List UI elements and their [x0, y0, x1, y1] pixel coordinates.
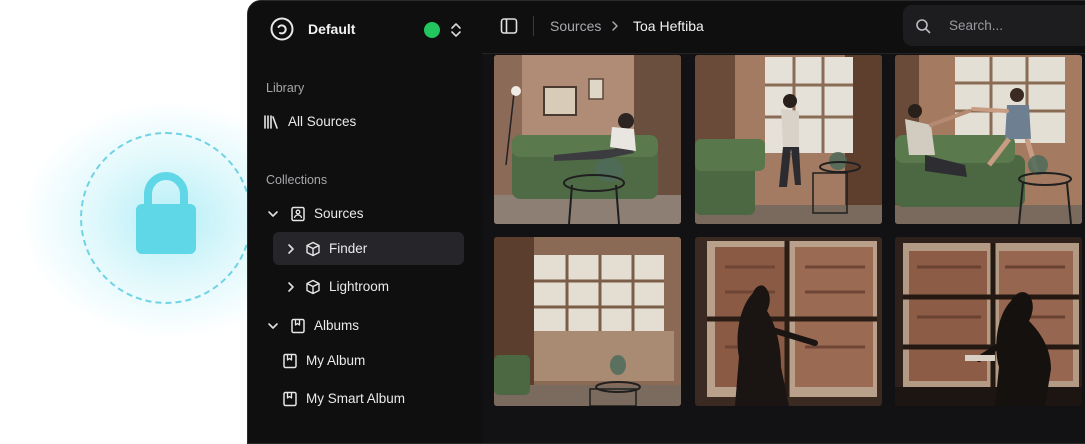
photo-thumbnail[interactable]: [895, 237, 1082, 406]
chevron-right-icon[interactable]: [285, 242, 297, 256]
album-icon: [283, 391, 297, 406]
workspace-switcher[interactable]: Default: [268, 15, 468, 45]
album-icon: [291, 318, 305, 333]
photo-thumbnail[interactable]: [695, 237, 882, 406]
sidebar-item-sources[interactable]: Sources: [266, 197, 466, 230]
lock-icon: [136, 172, 196, 254]
photo-grid: [482, 54, 1085, 443]
library-section-label: Library: [266, 81, 305, 95]
image-frame-icon: [291, 206, 305, 221]
sidebar-item-label: Lightroom: [329, 279, 390, 294]
workspace-logo-icon: [270, 17, 294, 41]
sidebar-toggle-icon[interactable]: [500, 17, 518, 35]
sidebar-item-label: Albums: [314, 318, 360, 333]
sidebar: Default Library All Sources Collections: [248, 1, 483, 443]
photo-thumbnail[interactable]: [695, 55, 882, 224]
cube-icon: [306, 279, 320, 294]
chevron-up-down-icon[interactable]: [450, 21, 462, 39]
sidebar-item-lightroom[interactable]: Lightroom: [273, 270, 464, 303]
search-box[interactable]: Search...: [903, 5, 1085, 46]
sidebar-item-albums[interactable]: Albums: [266, 309, 466, 342]
breadcrumb-sources[interactable]: Sources: [550, 18, 601, 34]
chevron-right-icon[interactable]: [285, 280, 297, 294]
collections-section-label: Collections: [266, 173, 328, 187]
photo-image: [895, 55, 1082, 224]
photo-image: [695, 55, 882, 224]
sidebar-item-label: All Sources: [288, 114, 357, 129]
chevron-down-icon[interactable]: [266, 319, 280, 333]
sidebar-item-all-sources[interactable]: All Sources: [262, 105, 468, 138]
sidebar-item-my-smart-album[interactable]: My Smart Album: [282, 382, 462, 415]
photo-thumbnail[interactable]: [494, 237, 681, 406]
chevron-down-icon[interactable]: [266, 207, 280, 221]
photo-image: [494, 55, 681, 224]
album-icon: [283, 353, 297, 368]
library-icon: [264, 114, 278, 129]
photo-thumbnail[interactable]: [494, 55, 681, 224]
toolbar-divider: [533, 16, 534, 36]
search-input[interactable]: Search...: [949, 18, 1003, 33]
chevron-right-icon: [612, 21, 618, 31]
sidebar-item-my-album[interactable]: My Album: [282, 344, 462, 377]
sidebar-item-label: My Album: [306, 353, 366, 368]
photo-image: [695, 237, 882, 406]
photo-image: [895, 237, 1082, 406]
top-bar: Sources Toa Heftiba Search...: [482, 1, 1085, 54]
sidebar-item-label: My Smart Album: [306, 391, 406, 406]
sidebar-item-label: Finder: [329, 241, 368, 256]
cube-icon: [306, 241, 320, 256]
sidebar-item-label: Sources: [314, 206, 364, 221]
app-window: Default Library All Sources Collections: [247, 0, 1085, 444]
photo-thumbnail[interactable]: [895, 55, 1082, 224]
search-icon: [916, 19, 931, 34]
breadcrumb-current: Toa Heftiba: [633, 18, 704, 34]
workspace-name: Default: [308, 21, 356, 37]
status-dot: [424, 22, 440, 38]
sidebar-item-finder[interactable]: Finder: [273, 232, 464, 265]
photo-image: [494, 237, 681, 406]
